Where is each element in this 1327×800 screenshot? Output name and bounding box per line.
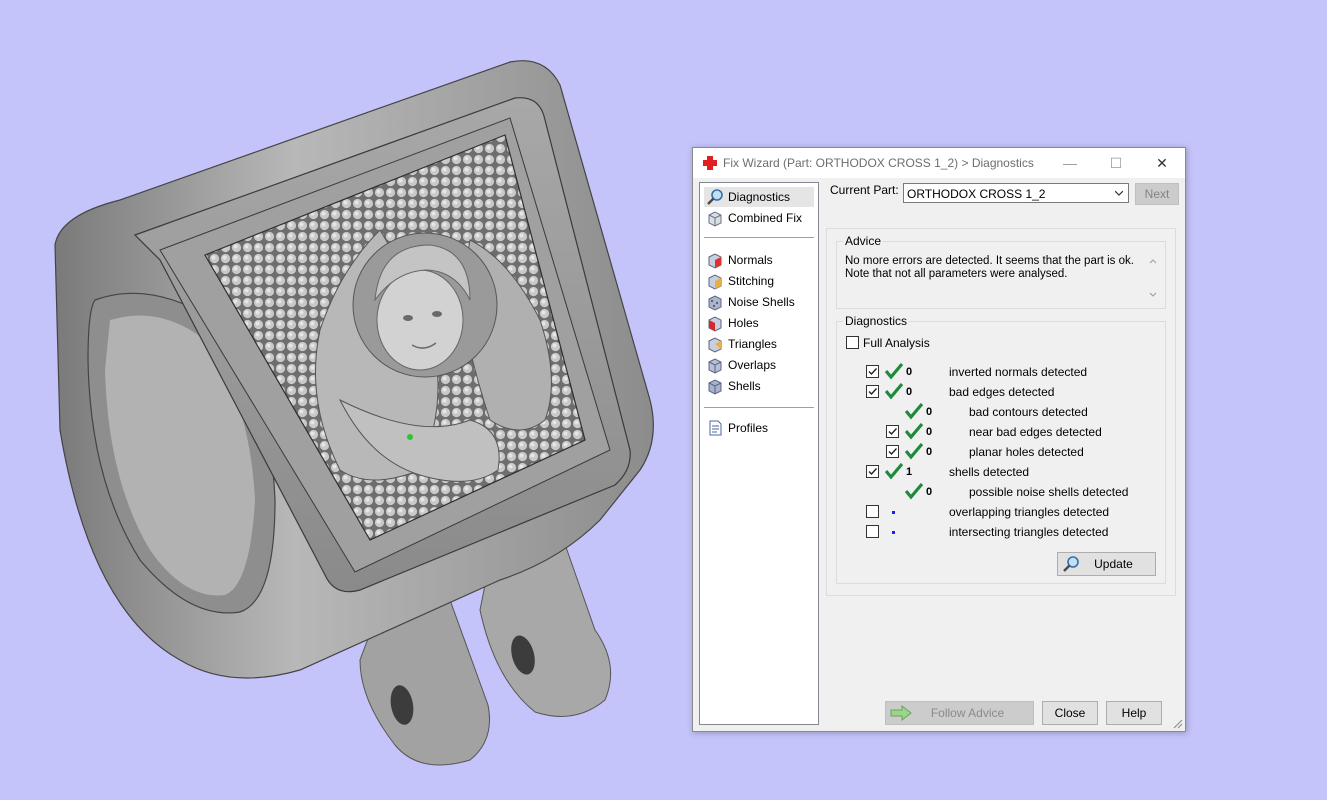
- resize-grip-icon[interactable]: [1173, 719, 1183, 729]
- intersecting-triangles-checkbox[interactable]: [866, 525, 879, 538]
- nav-separator: [704, 237, 814, 238]
- noise-shells-count: 0: [926, 486, 933, 498]
- cube-stack-icon: [708, 211, 722, 227]
- advice-scrollbar[interactable]: [1147, 256, 1159, 300]
- overlapping-triangles-label: overlapping triangles detected: [949, 505, 1110, 519]
- current-part-label: Current Part:: [830, 183, 899, 197]
- planar-holes-count: 0: [926, 446, 933, 458]
- full-analysis-checkbox[interactable]: [846, 336, 859, 349]
- bad-edges-checkbox[interactable]: [866, 385, 879, 398]
- nav-item-diagnostics[interactable]: Diagnostics: [704, 187, 814, 207]
- window-title: Fix Wizard (Part: ORTHODOX CROSS 1_2) > …: [723, 156, 1034, 170]
- ring-model: [54, 60, 654, 766]
- planar-holes-checkbox[interactable]: [886, 445, 899, 458]
- bad-edges-label: bad edges detected: [949, 385, 1055, 399]
- normals-cube-icon: [708, 253, 722, 269]
- chevron-down-icon: [1115, 190, 1123, 196]
- maximize-button[interactable]: ☐: [1093, 148, 1139, 178]
- near-bad-edges-label: near bad edges detected: [969, 425, 1102, 439]
- magnifier-icon: [707, 189, 723, 205]
- inverted-normals-count: 0: [906, 366, 913, 378]
- stitching-cube-icon: [708, 274, 722, 290]
- wizard-nav-panel: Diagnostics Combined Fix Normals Stitchi…: [699, 182, 819, 725]
- advice-text: No more errors are detected. It seems th…: [845, 255, 1134, 280]
- nav-item-stitching[interactable]: Stitching: [704, 271, 814, 291]
- follow-advice-button[interactable]: Follow Advice: [885, 701, 1034, 725]
- overlaps-cube-icon: [708, 358, 722, 374]
- bad-contours-label: bad contours detected: [969, 405, 1088, 419]
- nav-separator: [704, 407, 814, 408]
- close-window-button[interactable]: ✕: [1139, 148, 1185, 178]
- noise-shells-icon: [708, 295, 722, 311]
- inverted-normals-label: inverted normals detected: [949, 365, 1088, 379]
- nav-item-shells[interactable]: Shells: [704, 376, 814, 396]
- shells-count: 1: [906, 466, 913, 478]
- current-part-select[interactable]: ORTHODOX CROSS 1_2: [903, 183, 1129, 203]
- help-button[interactable]: Help: [1106, 701, 1162, 725]
- next-button[interactable]: Next: [1135, 183, 1179, 205]
- triangles-cube-icon: [708, 337, 722, 353]
- green-check-icon: [885, 462, 903, 480]
- nav-item-holes[interactable]: Holes: [704, 313, 814, 333]
- noise-shells-label: possible noise shells detected: [969, 485, 1129, 499]
- nav-item-overlaps[interactable]: Overlaps: [704, 355, 814, 375]
- advice-group: Advice No more errors are detected. It s…: [836, 234, 1166, 309]
- near-bad-edges-count: 0: [926, 426, 933, 438]
- 3d-viewport[interactable]: [0, 0, 690, 797]
- nav-item-profiles[interactable]: Profiles: [704, 418, 814, 438]
- diagnostics-group: Diagnostics Full Analysis 0 inverted nor…: [836, 314, 1166, 584]
- arrow-right-icon: [890, 705, 912, 721]
- green-check-icon: [905, 422, 923, 440]
- magnifier-icon: [1063, 556, 1079, 572]
- green-check-icon: [905, 402, 923, 420]
- shells-checkbox[interactable]: [866, 465, 879, 478]
- planar-holes-label: planar holes detected: [969, 445, 1084, 459]
- bad-edges-count: 0: [906, 386, 913, 398]
- pending-dot-icon: [892, 511, 895, 514]
- title-bar[interactable]: Fix Wizard (Part: ORTHODOX CROSS 1_2) > …: [693, 148, 1185, 178]
- green-check-icon: [885, 382, 903, 400]
- near-bad-edges-checkbox[interactable]: [886, 425, 899, 438]
- shells-cube-icon: [708, 379, 722, 395]
- overlapping-triangles-checkbox[interactable]: [866, 505, 879, 518]
- bad-contours-count: 0: [926, 406, 933, 418]
- document-icon: [709, 420, 722, 436]
- diagnostics-title: Diagnostics: [843, 314, 910, 328]
- update-button[interactable]: Update: [1057, 552, 1156, 576]
- shells-label: shells detected: [949, 465, 1030, 479]
- inverted-normals-checkbox[interactable]: [866, 365, 879, 378]
- close-button[interactable]: Close: [1042, 701, 1098, 725]
- nav-item-normals[interactable]: Normals: [704, 250, 814, 270]
- intersecting-triangles-label: intersecting triangles detected: [949, 525, 1109, 539]
- pending-dot-icon: [892, 531, 895, 534]
- holes-cube-icon: [708, 316, 722, 332]
- full-analysis-label: Full Analysis: [863, 336, 930, 350]
- nav-item-noise-shells[interactable]: Noise Shells: [704, 292, 814, 312]
- green-check-icon: [905, 442, 923, 460]
- red-cross-icon: [703, 156, 717, 170]
- green-check-icon: [905, 482, 923, 500]
- current-part-value: ORTHODOX CROSS 1_2: [907, 187, 1046, 201]
- nav-item-triangles[interactable]: Triangles: [704, 334, 814, 354]
- fix-wizard-dialog: Fix Wizard (Part: ORTHODOX CROSS 1_2) > …: [692, 147, 1186, 732]
- advice-title: Advice: [843, 234, 884, 248]
- nav-item-combined-fix[interactable]: Combined Fix: [704, 208, 814, 228]
- minimize-button[interactable]: —: [1047, 148, 1093, 178]
- green-check-icon: [885, 362, 903, 380]
